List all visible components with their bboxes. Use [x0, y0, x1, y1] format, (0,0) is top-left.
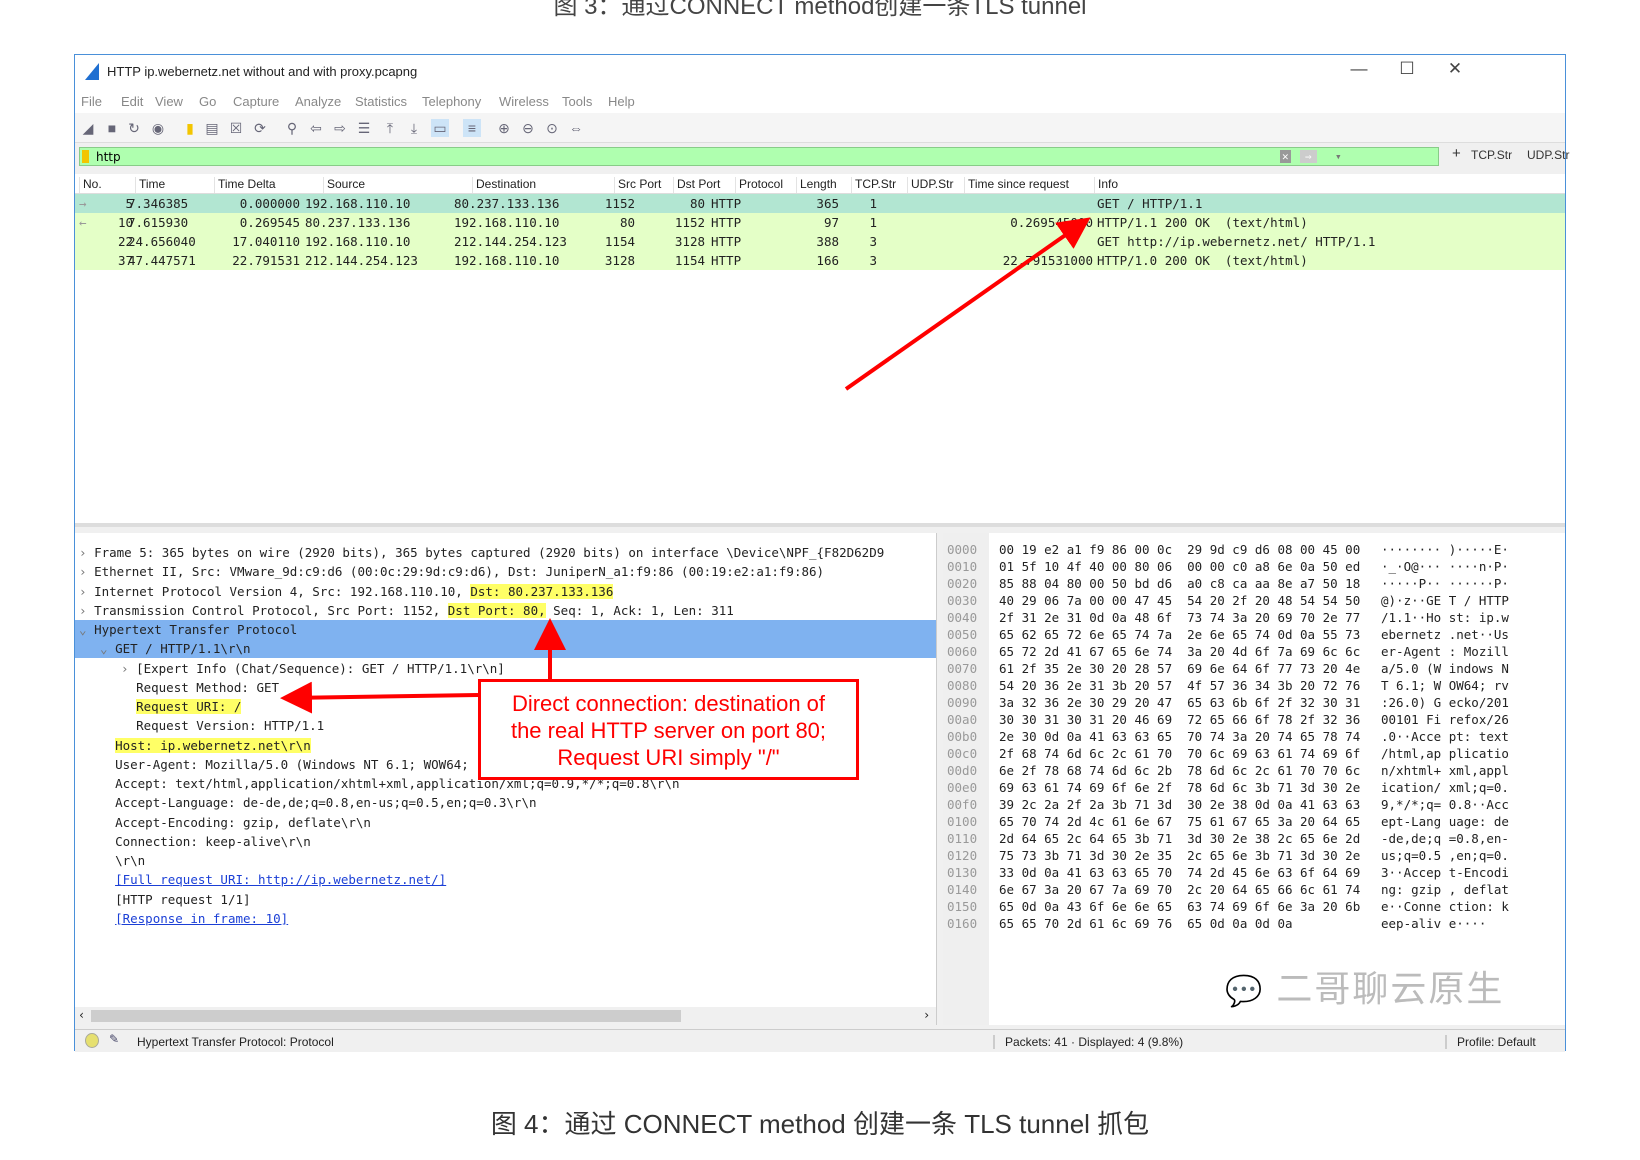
annotation-line: Direct connection: destination of [511, 691, 826, 716]
arrow-to-request-uri [280, 681, 479, 714]
watermark: 💬 二哥聊云原生 [1225, 960, 1504, 1012]
arrow-to-time-since-request [844, 217, 1091, 391]
wechat-logo-icon: 💬 [1225, 975, 1265, 1008]
annotation-callout: Direct connection: destination of the re… [478, 679, 859, 780]
annotation-line: Request URI simply "/" [557, 745, 780, 770]
watermark-text: 二哥聊云原生 [1276, 968, 1505, 1009]
figure-caption: 图 4：通过 CONNECT method 创建一条 TLS tunnel 抓包 [490, 1109, 1150, 1139]
annotation-line: the real HTTP server on port 80; [510, 718, 827, 743]
